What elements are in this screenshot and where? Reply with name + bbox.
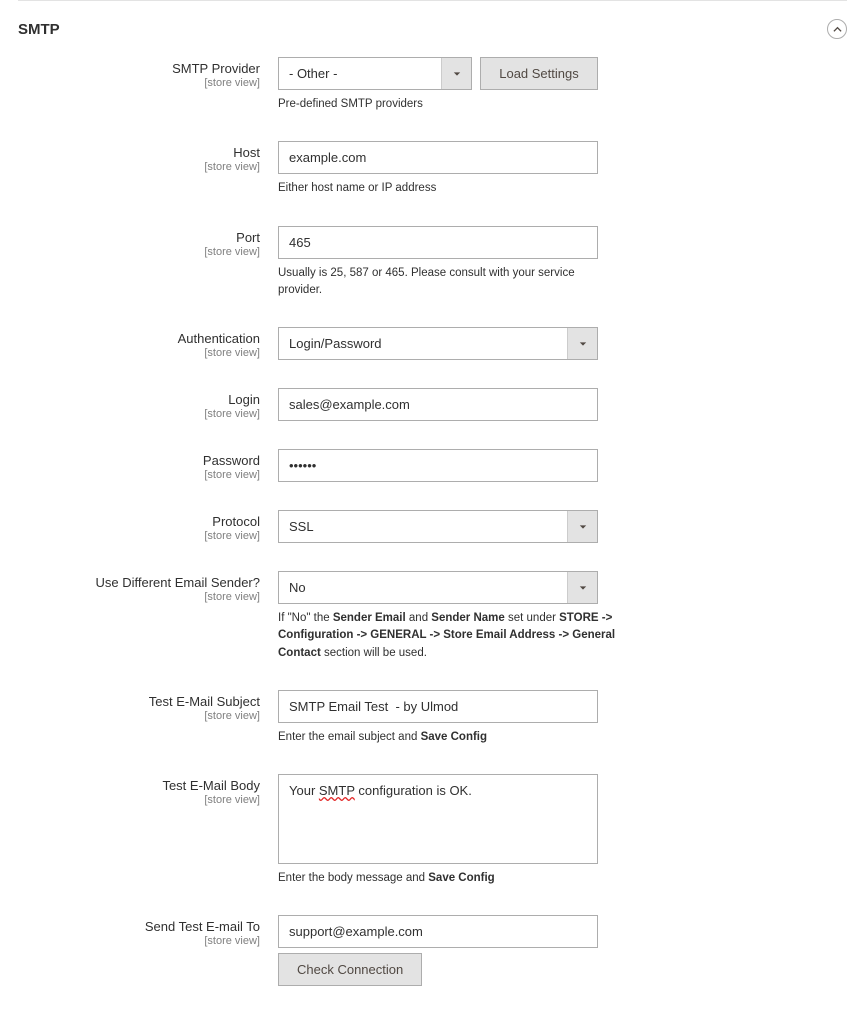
- protocol-select[interactable]: SSL: [278, 510, 598, 543]
- authentication-label: Authentication: [18, 331, 260, 346]
- protocol-value: SSL: [279, 511, 567, 542]
- scope-text: [store view]: [18, 469, 260, 481]
- password-input[interactable]: [278, 449, 598, 482]
- send-to-input[interactable]: [278, 915, 598, 948]
- chevron-down-icon: [567, 572, 597, 603]
- port-input[interactable]: [278, 226, 598, 259]
- scope-text: [store view]: [18, 161, 260, 173]
- smtp-provider-label: SMTP Provider: [18, 61, 260, 76]
- host-input[interactable]: [278, 141, 598, 174]
- chevron-down-icon: [567, 328, 597, 359]
- login-label: Login: [18, 392, 260, 407]
- scope-text: [store view]: [18, 77, 260, 89]
- host-label: Host: [18, 145, 260, 160]
- check-connection-button[interactable]: Check Connection: [278, 953, 422, 986]
- smtp-provider-value: - Other -: [279, 58, 441, 89]
- scope-text: [store view]: [18, 530, 260, 542]
- protocol-label: Protocol: [18, 514, 260, 529]
- collapse-toggle[interactable]: [827, 19, 847, 39]
- section-title: SMTP: [18, 21, 60, 38]
- scope-text: [store view]: [18, 408, 260, 420]
- smtp-provider-select[interactable]: - Other -: [278, 57, 472, 90]
- port-help: Usually is 25, 587 or 465. Please consul…: [278, 265, 618, 300]
- send-to-label: Send Test E-mail To: [18, 919, 260, 934]
- test-subject-help: Enter the email subject and Save Config: [278, 729, 598, 746]
- diff-sender-label: Use Different Email Sender?: [18, 575, 260, 590]
- scope-text: [store view]: [18, 935, 260, 947]
- diff-sender-select[interactable]: No: [278, 571, 598, 604]
- test-body-input[interactable]: Your SMTP configuration is OK.: [278, 774, 598, 864]
- scope-text: [store view]: [18, 347, 260, 359]
- diff-sender-value: No: [279, 572, 567, 603]
- scope-text: [store view]: [18, 246, 260, 258]
- authentication-value: Login/Password: [279, 328, 567, 359]
- chevron-up-icon: [833, 25, 842, 34]
- test-subject-label: Test E-Mail Subject: [18, 694, 260, 709]
- login-input[interactable]: [278, 388, 598, 421]
- test-body-help: Enter the body message and Save Config: [278, 870, 598, 887]
- scope-text: [store view]: [18, 794, 260, 806]
- scope-text: [store view]: [18, 710, 260, 722]
- scope-text: [store view]: [18, 591, 260, 603]
- test-subject-input[interactable]: [278, 690, 598, 723]
- test-body-label: Test E-Mail Body: [18, 778, 260, 793]
- port-label: Port: [18, 230, 260, 245]
- host-help: Either host name or IP address: [278, 180, 598, 197]
- chevron-down-icon: [441, 58, 471, 89]
- smtp-provider-help: Pre-defined SMTP providers: [278, 96, 598, 113]
- authentication-select[interactable]: Login/Password: [278, 327, 598, 360]
- load-settings-button[interactable]: Load Settings: [480, 57, 598, 90]
- chevron-down-icon: [567, 511, 597, 542]
- diff-sender-help: If "No" the Sender Email and Sender Name…: [278, 610, 618, 662]
- password-label: Password: [18, 453, 260, 468]
